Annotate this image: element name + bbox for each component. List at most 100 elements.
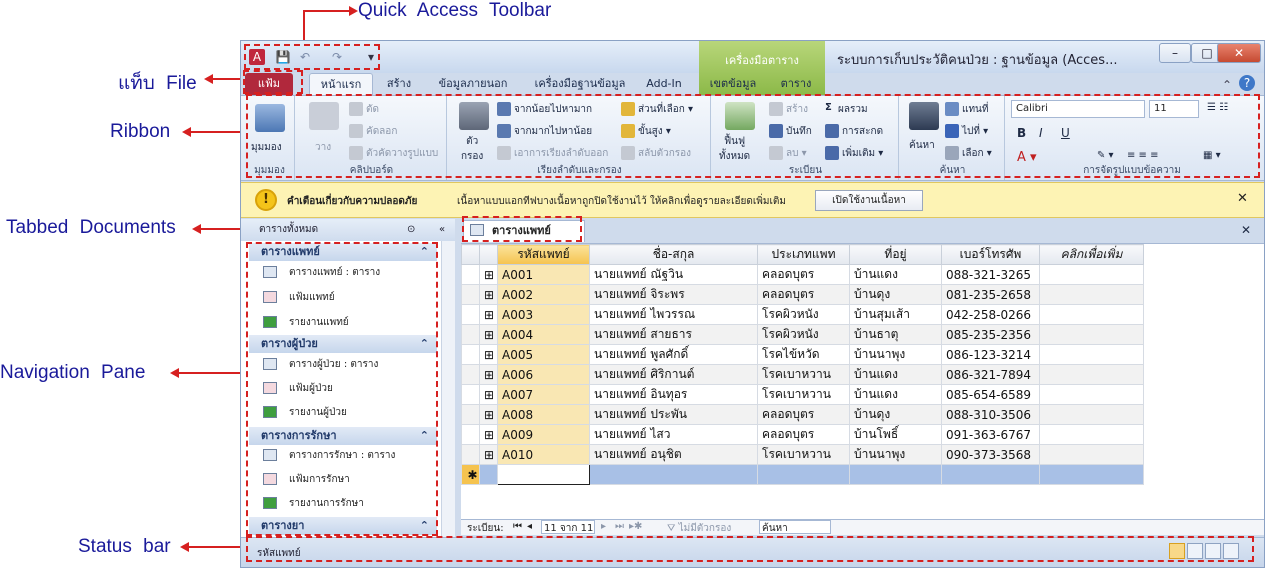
cell[interactable]: คลอดบุตร [757,264,850,285]
collapse-icon[interactable]: ⌃ [420,335,429,353]
previous-record-icon[interactable]: ◂ [527,521,532,532]
cell[interactable]: A004 [497,324,590,345]
underline-icon[interactable]: U [1061,126,1070,140]
cell[interactable]: A008 [497,404,590,425]
nav-group-patients[interactable]: ตารางผู้ป่วย ⌃ [249,335,437,353]
select-all-corner[interactable] [461,244,480,265]
cell[interactable]: นายแพทย์ ไพวรรณ [589,304,758,325]
clear-sort-button[interactable]: เอาการเรียงลำดับออก [497,146,608,161]
table-row[interactable]: ⊞ A008 นายแพทย์ ประพัน คลอดบุตร บ้านดุง 088-3… [461,404,1264,425]
column-header[interactable]: รหัสแพทย์ [497,244,590,265]
cell[interactable]: บ้านดุง [849,404,942,425]
cell[interactable]: A007 [497,384,590,405]
nav-scrollbar[interactable] [441,241,455,537]
cell[interactable]: บ้านสุมเส้า [849,304,942,325]
column-header[interactable]: ชื่อ-สกุล [589,244,758,265]
last-record-icon[interactable]: ⏭ [615,521,624,532]
cell[interactable]: บ้านนาพุง [849,444,942,465]
tab-add-in[interactable]: Add-In [639,73,689,95]
record-selector[interactable] [461,364,480,385]
minimize-button[interactable]: – [1159,43,1191,63]
cell[interactable]: 085-235-2356 [941,324,1040,345]
nav-dropdown-icon[interactable]: ⊙ [407,219,415,241]
cell[interactable]: นายแพทย์ ไสว [589,424,758,445]
expand-icon[interactable]: ⊞ [479,424,498,445]
cell[interactable]: โรคไข้หวัด [757,344,850,365]
cell[interactable]: นายแพทย์ ณัฐวิน [589,264,758,285]
cell[interactable] [1039,324,1144,345]
collapse-icon[interactable]: ⌃ [420,243,429,261]
close-document-icon[interactable]: ✕ [1241,223,1251,237]
expand-icon[interactable]: ⊞ [479,344,498,365]
save-record-button[interactable]: บันทึก [769,124,812,139]
column-header[interactable]: ประเภทแพท [757,244,850,265]
more-button[interactable]: เพิ่มเติม ▾ [825,146,883,161]
cell[interactable] [1039,344,1144,365]
new-record-button[interactable]: สร้าง [769,102,808,117]
nav-item-doctors-form[interactable]: แฟ้มแพทย์ [263,289,335,307]
document-tab[interactable]: ตารางแพทย์ [463,220,585,242]
filter-button[interactable]: ตัว กรอง [461,134,483,164]
cell[interactable]: 091-363-6767 [941,424,1040,445]
shutter-bar-close-icon[interactable]: « [439,219,445,241]
cell[interactable]: โรคเบาหวาน [757,444,850,465]
customize-qat-icon[interactable]: ▾ [363,49,379,65]
cell[interactable]: นายแพทย์ อินทุอร [589,384,758,405]
bullets-icon[interactable]: ☰ ☷ [1207,102,1228,113]
next-record-icon[interactable]: ▸ [601,521,606,532]
cell[interactable] [757,464,850,485]
tab-database-tools[interactable]: เครื่องมือฐานข้อมูล [525,73,635,95]
close-window-button[interactable]: ✕ [1217,43,1261,63]
cell[interactable]: บ้านแดง [849,364,942,385]
selection-button[interactable]: ส่วนที่เลือก ▾ [621,102,693,117]
new-record-row[interactable]: ✱ [461,464,1264,485]
totals-button[interactable]: Σ ผลรวม [825,102,868,117]
record-selector[interactable] [461,324,480,345]
collapse-icon[interactable]: ⌃ [420,517,429,535]
record-selector[interactable] [461,404,480,425]
nav-item-patients-form[interactable]: แฟ้มผู้ป่วย [263,380,333,398]
expand-icon[interactable]: ⊞ [479,324,498,345]
cell[interactable]: A001 [497,264,590,285]
record-search-box[interactable]: ค้นหา [759,520,831,534]
gridlines-icon[interactable]: ▦ ▾ [1203,150,1221,161]
bold-icon[interactable]: B [1017,126,1026,140]
cell[interactable]: 086-321-7894 [941,364,1040,385]
sort-descending-button[interactable]: จากมากไปหาน้อย [497,124,592,139]
expand-icon[interactable]: ⊞ [479,404,498,425]
tab-create[interactable]: สร้าง [377,73,421,95]
view-button[interactable]: มุมมอง [251,140,282,155]
first-record-icon[interactable]: ⏮ [513,521,522,532]
cell[interactable]: นายแพทย์ สายธาร [589,324,758,345]
no-filter-indicator[interactable]: ⛛ ไม่มีตัวกรอง [667,521,731,536]
cell[interactable]: 085-654-6589 [941,384,1040,405]
cell[interactable] [1039,304,1144,325]
expand-icon[interactable]: ⊞ [479,284,498,305]
nav-group-treatments[interactable]: ตารางการรักษา ⌃ [249,427,437,445]
cut-button[interactable]: ตัด [349,102,379,117]
cell[interactable] [941,464,1040,485]
table-row[interactable]: ⊞ A004 นายแพทย์ สายธาร โรคผิวหนัง บ้านธาตุ 08… [461,324,1264,345]
undo-icon[interactable]: ↶ [297,49,313,65]
access-app-icon[interactable]: A [249,49,265,65]
cell[interactable]: โรคผิวหนัง [757,304,850,325]
advanced-button[interactable]: ขั้นสูง ▾ [621,124,671,139]
tab-fields[interactable]: เขตข้อมูล [703,73,763,95]
cell[interactable]: คลอดบุตร [757,284,850,305]
find-button[interactable]: ค้นหา [909,138,935,153]
click-to-add-header[interactable]: คลิกเพื่อเพิ่ม [1039,244,1144,265]
cell[interactable]: โรคผิวหนัง [757,324,850,345]
italic-icon[interactable]: I [1039,126,1043,140]
expand-icon[interactable]: ⊞ [479,444,498,465]
record-selector[interactable] [461,384,480,405]
datasheet-view-icon[interactable] [1169,543,1185,559]
select-button[interactable]: เลือก ▾ [945,146,992,161]
expand-icon[interactable]: ⊞ [479,304,498,325]
replace-button[interactable]: แทนที่ [945,102,988,117]
new-record-icon[interactable]: ▸✱ [629,521,642,532]
cell[interactable]: บ้านแดง [849,384,942,405]
cell[interactable]: โรคเบาหวาน [757,364,850,385]
tab-table[interactable]: ตาราง [771,73,821,95]
cell[interactable]: นายแพทย์ ประพัน [589,404,758,425]
table-row[interactable]: ⊞ A009 นายแพทย์ ไสว คลอดบุตร บ้านโพธิ์ 091-36… [461,424,1264,445]
